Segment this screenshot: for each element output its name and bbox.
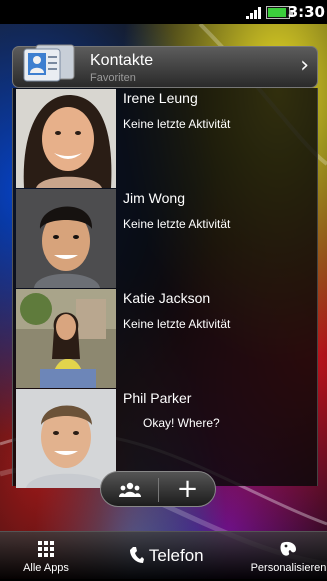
contact-name: Irene Leung	[123, 90, 198, 106]
group-button[interactable]	[101, 472, 158, 506]
contact-row[interactable]: Katie Jackson Keine letzte Aktivität	[13, 288, 317, 388]
phone-icon	[130, 547, 145, 563]
group-icon	[118, 482, 141, 497]
battery-icon	[266, 6, 293, 19]
contact-status: Okay! Where?	[143, 416, 220, 430]
contact-status: Keine letzte Aktivität	[123, 317, 231, 331]
contact-status: Keine letzte Aktivität	[123, 217, 231, 231]
clock: 3:30	[287, 3, 325, 21]
phone-label: Telefon	[148, 546, 204, 565]
personalize-label: Personalisieren	[250, 562, 327, 574]
widget-title: Kontakte	[90, 52, 154, 69]
grid-icon	[38, 541, 54, 557]
widget-subtitle: Favoriten	[90, 72, 136, 84]
personalize-button[interactable]: Personalisieren	[250, 532, 327, 580]
contact-name: Katie Jackson	[123, 290, 211, 306]
contact-row[interactable]: Jim Wong Keine letzte Aktivität	[13, 188, 317, 288]
contact-name: Phil Parker	[123, 390, 192, 406]
paint-icon	[280, 541, 296, 556]
contact-photo[interactable]	[16, 89, 116, 188]
contacts-widget: Kontakte Favoriten › Irene Leung Keine l…	[12, 44, 318, 488]
contact-photo[interactable]	[16, 189, 116, 288]
all-apps-button[interactable]: Alle Apps	[0, 532, 92, 580]
bottom-dock: Alle Apps Telefon Personalisieren	[0, 531, 327, 580]
contact-photo[interactable]	[16, 289, 116, 388]
add-contact-button[interactable]: +	[159, 472, 216, 506]
favorites-list: Irene Leung Keine letzte Aktivität Jim W…	[12, 88, 318, 488]
signal-icon	[246, 5, 264, 19]
contact-row[interactable]: Irene Leung Keine letzte Aktivität	[13, 88, 317, 188]
widget-action-bar: +	[100, 471, 216, 507]
status-bar: 3:30	[0, 0, 327, 24]
chevron-right-icon[interactable]: ›	[300, 55, 309, 77]
contact-card-icon	[23, 44, 75, 82]
phone-button[interactable]: Telefon	[92, 532, 242, 580]
all-apps-label: Alle Apps	[23, 562, 69, 574]
contact-name: Jim Wong	[123, 190, 185, 206]
contact-status: Keine letzte Aktivität	[123, 117, 231, 131]
